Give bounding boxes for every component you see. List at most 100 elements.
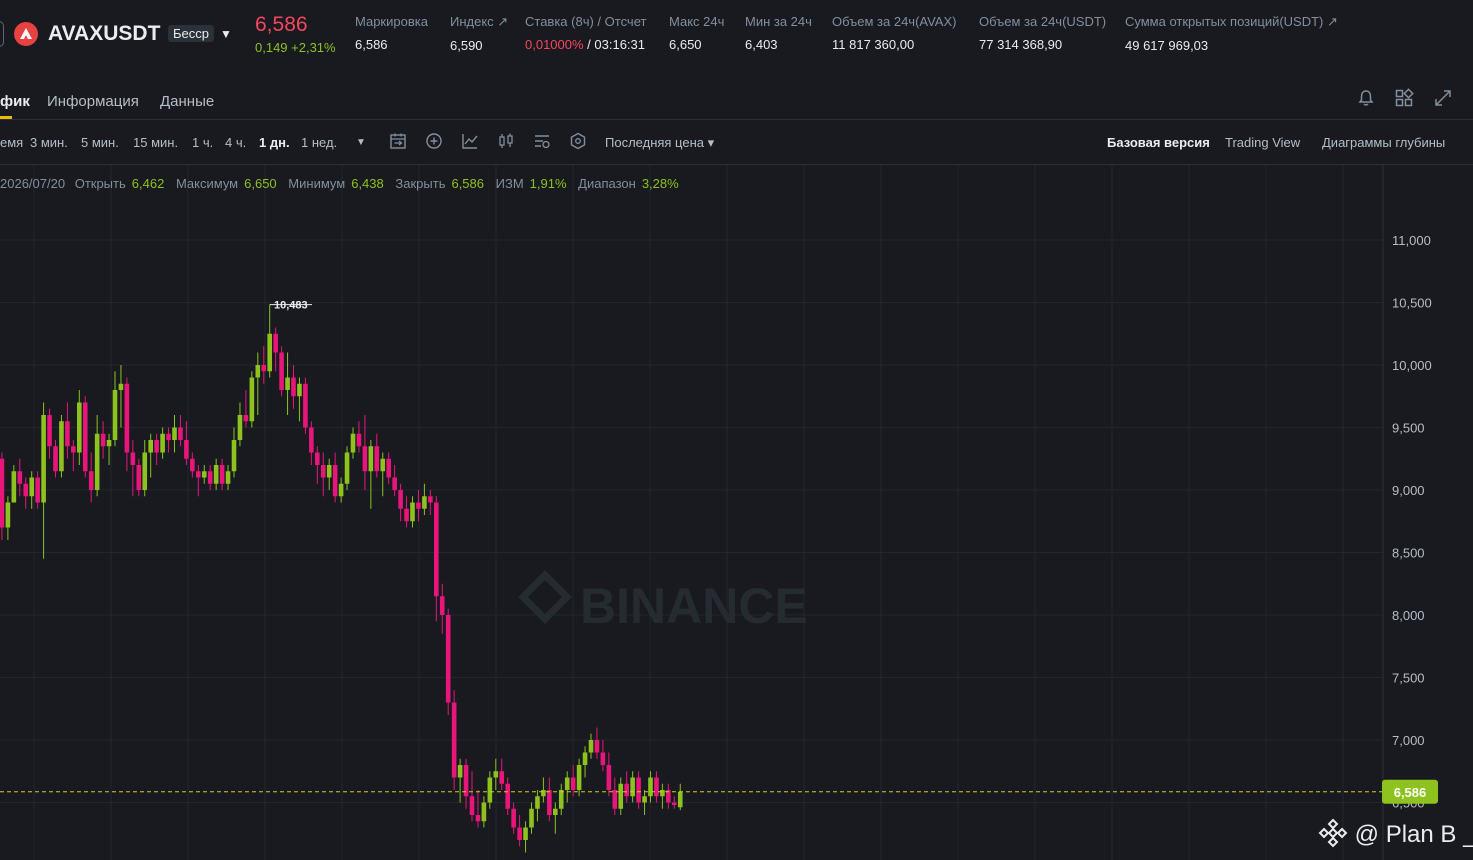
fullscreen-icon[interactable] <box>1433 88 1453 108</box>
candle-body <box>451 702 457 778</box>
author-watermark-text: @ Plan B _ <box>1354 821 1473 848</box>
add-indicator-icon[interactable] <box>425 132 443 150</box>
stat-label: Маркировка <box>355 14 428 29</box>
y-tick-label: 9,500 <box>1392 421 1425 436</box>
stat-label: Ставка (8ч) / Отсчет <box>525 14 647 29</box>
candle <box>660 783 665 809</box>
layout-grid-icon[interactable] <box>1394 88 1414 108</box>
candle-body <box>547 790 552 815</box>
candle-body <box>291 377 296 397</box>
candle <box>356 421 362 453</box>
candle-body <box>41 415 46 503</box>
favorite-toggle[interactable] <box>0 21 4 47</box>
candle-body <box>47 415 52 447</box>
chart-settings-icon[interactable] <box>533 132 551 150</box>
timeframe-1w[interactable]: 1 нед. <box>301 135 337 150</box>
view-basic[interactable]: Базовая версия <box>1107 135 1210 150</box>
stat-value: 0,01000% / 03:16:31 <box>525 37 646 52</box>
candle-body <box>606 765 612 790</box>
candle <box>285 352 290 415</box>
candle <box>487 771 493 809</box>
candle <box>576 758 582 797</box>
line-chart-icon[interactable] <box>461 132 479 150</box>
candle-body <box>380 458 386 472</box>
stat-high-24h: Макс 24ч 6,650 <box>669 14 724 52</box>
candle <box>612 777 618 815</box>
ohlc-open-label: Открыть <box>74 176 126 191</box>
candle <box>523 821 528 853</box>
stat-value: 6,650 <box>669 37 702 52</box>
last-price-tag: 6,586 <box>1382 779 1438 804</box>
price-axis: 11,000 10,500 10,000 9,500 9,000 8,500 8,000 7,… <box>1392 233 1432 811</box>
candle-body <box>213 465 219 484</box>
bell-icon[interactable] <box>1356 88 1376 108</box>
candle <box>594 727 600 759</box>
timeframe-4h[interactable]: 4 ч. <box>225 135 246 150</box>
binance-diamond-icon <box>1318 818 1348 848</box>
stat-value: 11 817 360,00 <box>832 37 915 52</box>
candlestick-icon[interactable] <box>497 132 515 150</box>
candle <box>237 402 243 447</box>
candle <box>457 758 463 803</box>
candle <box>41 402 46 559</box>
candle-body <box>594 740 600 753</box>
candle-body <box>17 471 23 484</box>
symbol-name[interactable]: AVAXUSDT <box>48 22 160 46</box>
candle <box>243 390 249 428</box>
candle-body <box>88 471 94 490</box>
candlestick-chart[interactable]: BINANCE 11,000 10,500 10,000 9,500 9,000 8,50… <box>0 165 1473 860</box>
timeframe-1d[interactable]: 1 дн. <box>259 135 290 150</box>
calendar-icon[interactable] <box>389 132 407 150</box>
candle-body <box>267 333 272 372</box>
view-tradingview[interactable]: Trading View <box>1225 135 1300 150</box>
timeframe-3m[interactable]: 3 мин. <box>30 135 68 150</box>
candle-body <box>618 783 624 809</box>
candle-body <box>94 433 100 490</box>
y-tick-label: 8,500 <box>1392 546 1425 561</box>
candle-body <box>374 446 380 472</box>
candle <box>374 433 380 478</box>
tab-data[interactable]: Данные <box>160 93 214 110</box>
stat-label: Индекс ↗ <box>450 14 509 29</box>
symbol-dropdown-icon[interactable]: ▼ <box>220 27 232 41</box>
price-type-dropdown[interactable]: Последняя цена ▾ <box>605 135 714 151</box>
candle-body <box>576 765 582 790</box>
timeframe-5m[interactable]: 5 мин. <box>81 135 119 150</box>
candle-body <box>672 802 677 805</box>
candle-body <box>118 383 124 390</box>
timeframe-1h[interactable]: 1 ч. <box>192 135 213 150</box>
candle <box>547 777 552 822</box>
candle <box>124 377 130 472</box>
candle <box>35 471 40 509</box>
tab-chart[interactable]: фик <box>0 93 30 110</box>
candle <box>392 465 397 497</box>
timeframe-time[interactable]: емя <box>0 135 23 150</box>
candle-body <box>243 415 249 422</box>
candle-body <box>53 446 58 472</box>
candle-body <box>124 383 130 453</box>
candle <box>338 477 344 503</box>
candle-body <box>231 440 237 472</box>
candle-body <box>237 415 243 440</box>
candle <box>630 771 635 803</box>
candle-body <box>529 808 534 828</box>
stat-open-interest[interactable]: Сумма открытых позиций(USDT) ↗ 49 617 96… <box>1125 14 1338 53</box>
candle-body <box>112 390 118 440</box>
candle <box>398 483 403 522</box>
stat-index-price[interactable]: Индекс ↗ 6,590 <box>450 14 508 53</box>
candle-body <box>5 502 11 528</box>
ohlc-change: 1,91% <box>529 176 567 191</box>
tab-info[interactable]: Информация <box>47 93 139 110</box>
panel-tabs: фик Информация Данные <box>0 74 1473 119</box>
candle-body <box>279 352 284 390</box>
timeframe-more-dropdown-icon[interactable]: ▼ <box>356 137 366 148</box>
timeframe-15m[interactable]: 15 мин. <box>133 135 178 150</box>
view-depth[interactable]: Диаграммы глубины <box>1322 135 1445 150</box>
ohlc-high-label: Максимум <box>175 176 239 191</box>
candle <box>29 471 34 509</box>
candle <box>213 458 219 490</box>
candle <box>463 758 469 809</box>
candle-body <box>612 790 618 809</box>
candle <box>564 771 570 803</box>
hexagon-settings-icon[interactable] <box>569 132 587 150</box>
